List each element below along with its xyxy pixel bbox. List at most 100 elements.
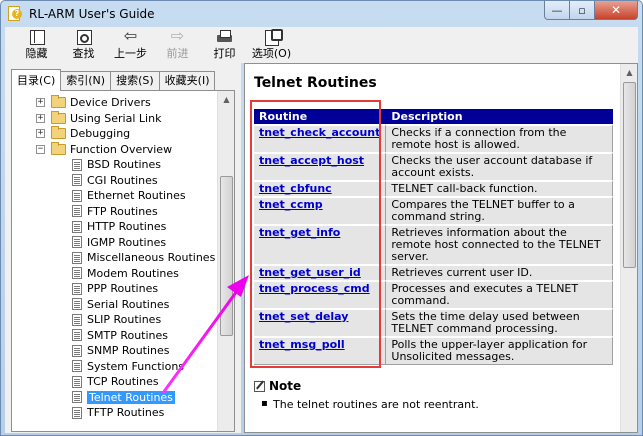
page-icon	[72, 329, 82, 342]
note-heading-text: Note	[269, 379, 302, 393]
tree-page-label: SMTP Routines	[87, 328, 169, 342]
page-icon	[72, 189, 82, 202]
tree-expander-icon[interactable]: +	[36, 98, 45, 108]
back-arrow-icon: ⇦	[123, 26, 138, 45]
tree-folder-item[interactable]: − Function Overview	[12, 141, 218, 158]
tree-page-item[interactable]: Serial Routines	[12, 297, 218, 313]
find-icon	[75, 29, 93, 45]
tab-search[interactable]: 搜索(S)	[110, 71, 160, 91]
tree-expander-icon[interactable]: +	[36, 113, 45, 123]
print-label: 打印	[213, 47, 236, 60]
tree-folder-item[interactable]: + Device Drivers	[12, 95, 218, 111]
navigation-pane: 目录(C) 索引(N) 搜索(S) 收藏夹(I) + Device Drivers…	[5, 63, 241, 433]
window-title: RL-ARM User's Guide	[29, 7, 155, 21]
folder-icon	[51, 95, 66, 109]
tree-page-label: TCP Routines	[87, 375, 159, 389]
description-cell: Polls the upper-layer application for Un…	[386, 336, 613, 365]
tree-page-item[interactable]: CGI Routines	[12, 173, 218, 189]
page-icon	[72, 406, 82, 419]
maximize-button[interactable]: ▫	[570, 1, 595, 20]
tree-folder-item[interactable]: + Debugging	[12, 126, 218, 142]
content-scrollbar[interactable]: ▲	[620, 64, 637, 432]
content-scroll-thumb[interactable]	[623, 82, 636, 268]
content-pane: Telnet Routines Routine Description tnet…	[244, 63, 638, 433]
description-cell: Checks the user account database if acco…	[386, 152, 613, 180]
tree-page-label: Modem Routines	[87, 266, 179, 280]
tree-page-item[interactable]: TFTP Routines	[12, 405, 218, 421]
tree-page-label: Telnet Routines	[87, 390, 175, 404]
tree-page-item[interactable]: FTP Routines	[12, 204, 218, 220]
hide-button[interactable]: 隐藏	[13, 27, 60, 61]
scroll-up-arrow-icon[interactable]: ▲	[218, 91, 234, 108]
page-icon	[72, 360, 82, 373]
tree-page-label: IGMP Routines	[87, 235, 167, 249]
tree-page-label: System Functions	[87, 359, 185, 373]
tree-page-item[interactable]: Telnet Routines	[12, 390, 218, 406]
tree-page-item[interactable]: HTTP Routines	[12, 219, 218, 235]
folder-icon	[51, 110, 66, 124]
tab-favorites[interactable]: 收藏夹(I)	[158, 71, 216, 91]
tree-folder-label: Debugging	[70, 127, 131, 141]
tree-page-item[interactable]: SNMP Routines	[12, 343, 218, 359]
tree-page-item[interactable]: System Functions	[12, 359, 218, 375]
tree-scrollbar[interactable]: ▲	[217, 91, 234, 431]
page-icon	[72, 158, 82, 171]
note-pencil-icon	[254, 380, 265, 392]
tree-scroll-thumb[interactable]	[220, 176, 233, 336]
forward-arrow-icon: ⇨	[170, 26, 185, 45]
nav-tabs: 目录(C) 索引(N) 搜索(S) 收藏夹(I)	[11, 69, 216, 91]
routine-column-highlight-box	[250, 100, 381, 368]
page-icon	[72, 282, 82, 295]
page-icon	[72, 251, 82, 264]
description-cell: Processes and executes a TELNET command.	[386, 280, 613, 308]
tree-page-item[interactable]: BSD Routines	[12, 157, 218, 173]
tree-page-label: Serial Routines	[87, 297, 170, 311]
back-label: 上一步	[114, 47, 147, 60]
page-title: Telnet Routines	[254, 75, 377, 91]
tab-contents[interactable]: 目录(C)	[11, 69, 62, 91]
tree-expander-icon[interactable]: +	[36, 129, 45, 139]
tree-expander-icon[interactable]: −	[36, 144, 45, 154]
forward-button[interactable]: ⇨ 前进	[154, 27, 201, 61]
tree-page-item[interactable]: TCP Routines	[12, 374, 218, 390]
page-icon	[72, 375, 82, 388]
page-icon	[72, 220, 82, 233]
close-button[interactable]: ✕	[595, 1, 638, 20]
note-bullet: The telnet routines are not reentrant.	[261, 398, 479, 411]
tree-page-label: CGI Routines	[87, 173, 158, 187]
tree-page-label: SLIP Routines	[87, 313, 162, 327]
tree-page-label: Ethernet Routines	[87, 189, 186, 203]
find-button[interactable]: 查找	[60, 27, 107, 61]
tree-page-item[interactable]: SMTP Routines	[12, 328, 218, 344]
tree-page-label: PPP Routines	[87, 282, 159, 296]
content-scroll-up-arrow-icon[interactable]: ▲	[621, 64, 637, 81]
title-bar[interactable]: ? RL-ARM User's Guide — ▫ ✕	[1, 1, 642, 27]
description-cell: Checks if a connection from the remote h…	[386, 124, 613, 152]
tree-page-label: HTTP Routines	[87, 220, 167, 234]
tab-index[interactable]: 索引(N)	[60, 71, 112, 91]
description-cell: Sets the time delay used between TELNET …	[386, 308, 613, 336]
options-button[interactable]: 选项(O)	[248, 27, 295, 61]
tree-page-item[interactable]: SLIP Routines	[12, 312, 218, 328]
description-cell: TELNET call-back function.	[386, 180, 613, 196]
tree-page-item[interactable]: Miscellaneous Routines	[12, 250, 218, 266]
page-icon	[72, 391, 82, 404]
help-app-icon: ?	[7, 6, 23, 22]
print-button[interactable]: 打印	[201, 27, 248, 61]
tree-folder-item[interactable]: + Using Serial Link	[12, 110, 218, 127]
tree-page-item[interactable]: Ethernet Routines	[12, 188, 218, 204]
page-icon	[72, 313, 82, 326]
back-button[interactable]: ⇦ 上一步	[107, 27, 154, 61]
page-icon	[72, 236, 82, 249]
tree-page-item[interactable]: PPP Routines	[12, 281, 218, 297]
tree-page-item[interactable]: IGMP Routines	[12, 235, 218, 251]
note-heading: Note	[254, 379, 301, 393]
app-window: ? RL-ARM User's Guide — ▫ ✕ 隐藏 查找 ⇦ 上一步 …	[0, 0, 643, 436]
description-cell: Compares the TELNET buffer to a command …	[386, 196, 613, 224]
tree-folder-label: Function Overview	[70, 142, 173, 156]
tree-page-item[interactable]: Modem Routines	[12, 266, 218, 282]
toolbar: 隐藏 查找 ⇦ 上一步 ⇨ 前进 打印 选项(O)	[5, 27, 638, 63]
tree-folder-label: Using Serial Link	[70, 111, 162, 125]
minimize-button[interactable]: —	[544, 1, 570, 20]
tree-page-label: SNMP Routines	[87, 344, 170, 358]
